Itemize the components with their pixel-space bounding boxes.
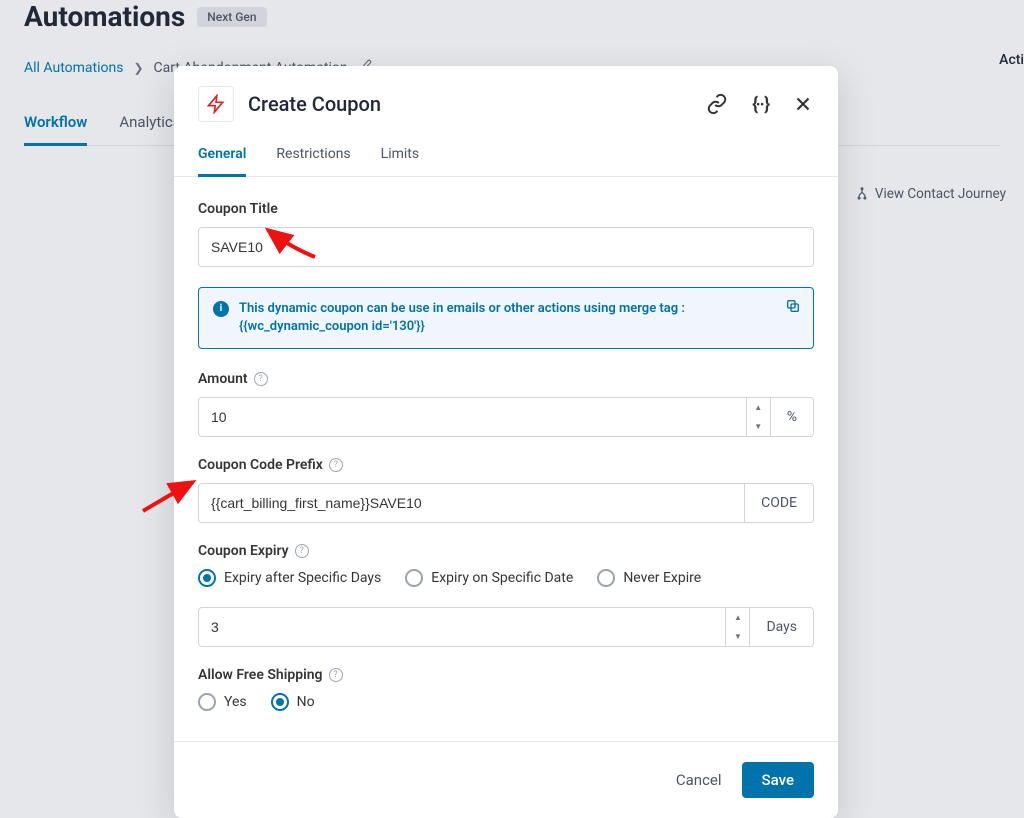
info-icon: i xyxy=(213,301,229,317)
close-icon[interactable] xyxy=(792,93,814,115)
chevron-right-icon: ❯ xyxy=(133,61,143,75)
expiry-group: Coupon Expiry ? Expiry after Specific Da… xyxy=(198,543,814,587)
merge-tag-info: i This dynamic coupon can be use in emai… xyxy=(198,287,814,349)
radio-icon xyxy=(405,569,423,587)
help-icon[interactable]: ? xyxy=(254,372,268,386)
branch-icon xyxy=(855,187,869,201)
merge-tag-icon[interactable]: {••} xyxy=(752,94,768,115)
tab-analytics[interactable]: Analytics xyxy=(119,113,180,145)
radio-checked-icon xyxy=(271,693,289,711)
amount-input[interactable] xyxy=(198,397,747,437)
help-icon[interactable]: ? xyxy=(295,544,309,558)
cancel-button[interactable]: Cancel xyxy=(676,771,722,789)
breadcrumb-root[interactable]: All Automations xyxy=(24,60,123,76)
modal-title: Create Coupon xyxy=(248,92,381,116)
help-icon[interactable]: ? xyxy=(329,458,343,472)
chevron-down-icon[interactable]: ▼ xyxy=(747,417,770,436)
amount-stepper[interactable]: ▲ ▼ xyxy=(747,397,771,437)
create-coupon-modal: Create Coupon {••} General Restrictions … xyxy=(174,66,838,818)
lightning-icon xyxy=(198,86,234,122)
view-journey-label: View Contact Journey xyxy=(875,186,1006,202)
expiry-option-never[interactable]: Never Expire xyxy=(597,569,701,587)
copy-icon[interactable] xyxy=(785,298,801,320)
free-ship-yes[interactable]: Yes xyxy=(198,693,247,711)
page-title: Automations xyxy=(24,0,185,33)
top-right-action-truncated: Acti xyxy=(999,52,1024,68)
expiry-option-specific-date[interactable]: Expiry on Specific Date xyxy=(405,569,573,587)
radio-icon xyxy=(198,693,216,711)
chevron-up-icon[interactable]: ▲ xyxy=(726,608,749,627)
amount-unit: % xyxy=(771,397,814,437)
coupon-title-label: Coupon Title xyxy=(198,201,278,217)
days-stepper[interactable]: ▲ ▼ xyxy=(726,607,750,647)
info-text: This dynamic coupon can be use in emails… xyxy=(239,300,799,336)
expiry-days-input[interactable] xyxy=(198,607,726,647)
help-icon[interactable]: ? xyxy=(329,668,343,682)
amount-group: Amount ? ▲ ▼ % xyxy=(198,371,814,437)
free-shipping-group: Allow Free Shipping ? Yes No xyxy=(198,667,814,711)
tab-restrictions[interactable]: Restrictions xyxy=(276,146,350,176)
expiry-days-group: ▲ ▼ Days xyxy=(198,607,814,647)
coupon-title-input[interactable] xyxy=(198,227,814,267)
free-ship-no[interactable]: No xyxy=(271,693,315,711)
radio-icon xyxy=(597,569,615,587)
chevron-down-icon[interactable]: ▼ xyxy=(726,627,749,646)
title-row: Automations Next Gen xyxy=(24,0,1000,33)
amount-label: Amount xyxy=(198,371,248,387)
radio-checked-icon xyxy=(198,569,216,587)
days-unit: Days xyxy=(750,607,814,647)
modal-header: Create Coupon {••} xyxy=(174,66,838,122)
modal-tabs: General Restrictions Limits xyxy=(174,122,838,177)
expiry-label: Coupon Expiry xyxy=(198,543,289,559)
prefix-addon: CODE xyxy=(745,483,814,523)
tab-workflow[interactable]: Workflow xyxy=(24,113,87,146)
prefix-label: Coupon Code Prefix xyxy=(198,457,323,473)
nextgen-badge: Next Gen xyxy=(197,7,266,27)
expiry-option-specific-days[interactable]: Expiry after Specific Days xyxy=(198,569,381,587)
modal-footer: Cancel Save xyxy=(174,741,838,818)
free-ship-label: Allow Free Shipping xyxy=(198,667,323,683)
coupon-title-group: Coupon Title xyxy=(198,201,814,267)
prefix-group: Coupon Code Prefix ? CODE xyxy=(198,457,814,523)
save-button[interactable]: Save xyxy=(742,762,814,798)
prefix-input[interactable] xyxy=(198,483,745,523)
view-contact-journey[interactable]: View Contact Journey xyxy=(855,186,1006,202)
tab-general[interactable]: General xyxy=(198,146,246,177)
link-icon[interactable] xyxy=(706,93,728,115)
chevron-up-icon[interactable]: ▲ xyxy=(747,398,770,417)
tab-limits[interactable]: Limits xyxy=(381,146,419,176)
modal-body: Coupon Title i This dynamic coupon can b… xyxy=(174,177,838,741)
